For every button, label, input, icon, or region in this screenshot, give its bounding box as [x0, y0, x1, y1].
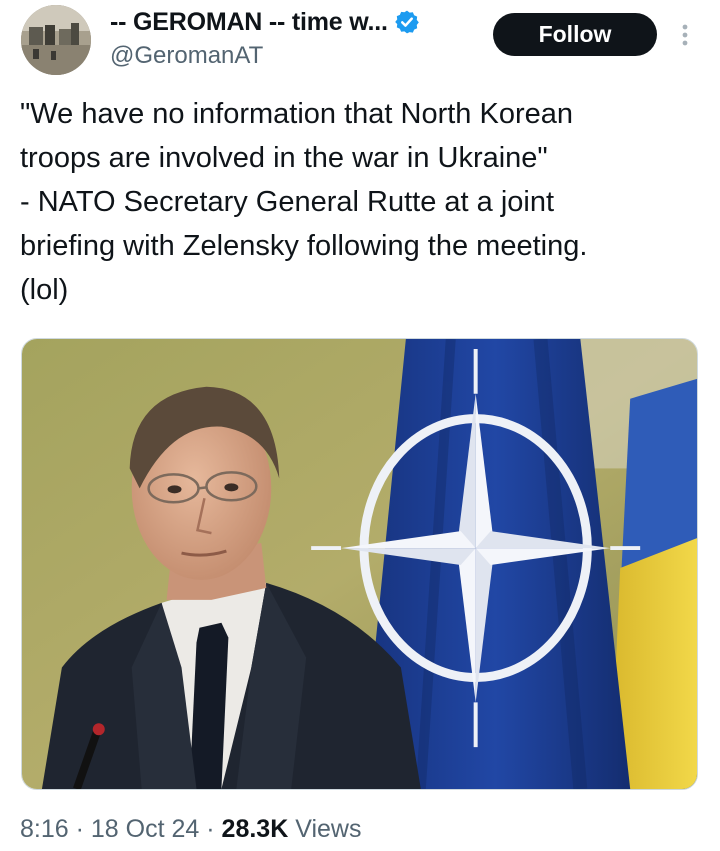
tweet-time[interactable]: 8:16 — [20, 815, 69, 843]
tweet-date[interactable]: 18 Oct 24 — [91, 815, 199, 843]
photo-image — [22, 339, 697, 789]
author-avatar[interactable] — [21, 5, 91, 75]
follow-button[interactable]: Follow — [493, 13, 657, 56]
views-label[interactable]: Views — [295, 815, 361, 843]
verified-badge-icon — [395, 10, 419, 34]
author-display-name[interactable]: -- GEROMAN -- time w... — [110, 8, 388, 37]
author-handle[interactable]: @GeromanAT — [110, 42, 263, 70]
tweet-header: -- GEROMAN -- time w... @GeromanAT Follo… — [0, 0, 720, 90]
meta-separator: · — [206, 815, 215, 843]
avatar-photo-icon — [21, 5, 91, 75]
tweet-media-photo[interactable] — [21, 338, 698, 790]
author-name-row[interactable]: -- GEROMAN -- time w... — [110, 6, 420, 38]
tweet-text: "We have no information that North Korea… — [20, 98, 588, 306]
meta-separator: · — [75, 815, 84, 843]
more-vertical-icon[interactable] — [675, 22, 695, 48]
views-count[interactable]: 28.3K — [222, 815, 289, 843]
tweet-meta: 8:16 · 18 Oct 24 · 28.3K Views — [20, 815, 361, 844]
